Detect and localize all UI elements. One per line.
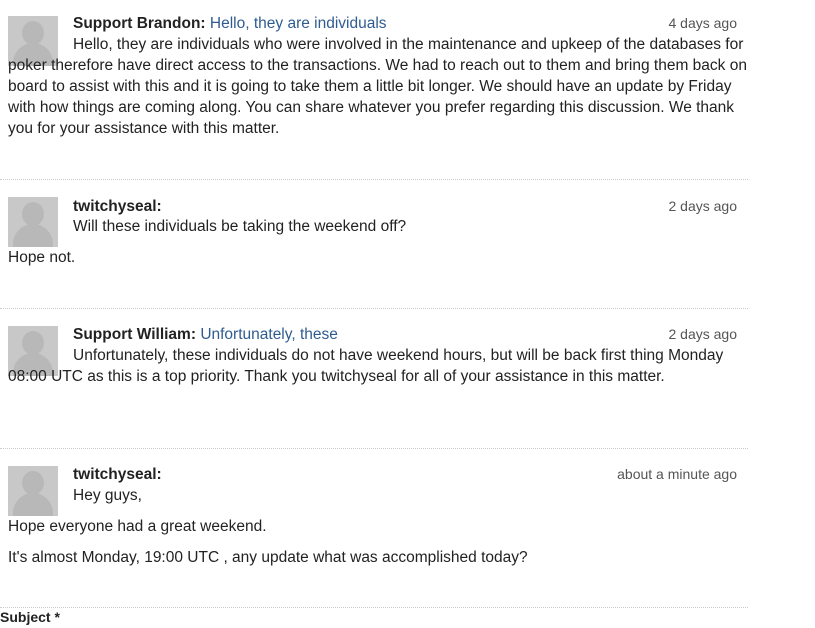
comment-body-line: Hope not. [8, 249, 76, 266]
comment: Support William: Unfortunately, these 2 … [0, 309, 748, 447]
default-user-avatar-icon[interactable] [8, 466, 58, 516]
comment-thread: Support Brandon: Hello, they are individ… [0, 0, 748, 628]
comment-timestamp: 2 days ago [668, 326, 738, 342]
comment-timestamp: about a minute ago [617, 466, 737, 482]
default-user-avatar-icon[interactable] [8, 197, 58, 247]
comment: twitchyseal: about a minute ago Hey guys… [0, 449, 748, 608]
comment-author[interactable]: Support Brandon: [73, 15, 206, 32]
comment-body-line: Hope everyone had a great weekend. [8, 518, 267, 535]
comment-divider [0, 607, 748, 608]
comment-header: Support William: Unfortunately, these 2 … [73, 324, 737, 345]
comment-header: Support Brandon: Hello, they are individ… [73, 13, 737, 34]
comment-body-line: It's almost Monday, 19:00 UTC , any upda… [8, 549, 528, 566]
comment-author[interactable]: twitchyseal: [73, 466, 162, 483]
comment-timestamp: 4 days ago [668, 15, 738, 31]
comment-body: Unfortunately, these individuals do not … [8, 347, 724, 385]
comment-body: Hello, they are individuals who were inv… [8, 36, 747, 137]
comment-header: twitchyseal: about a minute ago [73, 464, 737, 485]
comment-subject-link[interactable]: Hello, they are individuals [210, 15, 387, 32]
comment-body-line: Hey guys, [73, 487, 142, 504]
comment: Support Brandon: Hello, they are individ… [0, 0, 748, 178]
comment-header: twitchyseal: 2 days ago [73, 196, 737, 217]
comment: twitchyseal: 2 days ago Will these indiv… [0, 180, 748, 307]
comment-author[interactable]: twitchyseal: [73, 198, 162, 215]
subject-field-label: Subject * [0, 609, 60, 625]
comment-subject-link[interactable]: Unfortunately, these [200, 326, 338, 343]
comment-timestamp: 2 days ago [668, 198, 738, 214]
comment-body-line: Will these individuals be taking the wee… [73, 218, 407, 235]
comment-author[interactable]: Support William: [73, 326, 196, 343]
